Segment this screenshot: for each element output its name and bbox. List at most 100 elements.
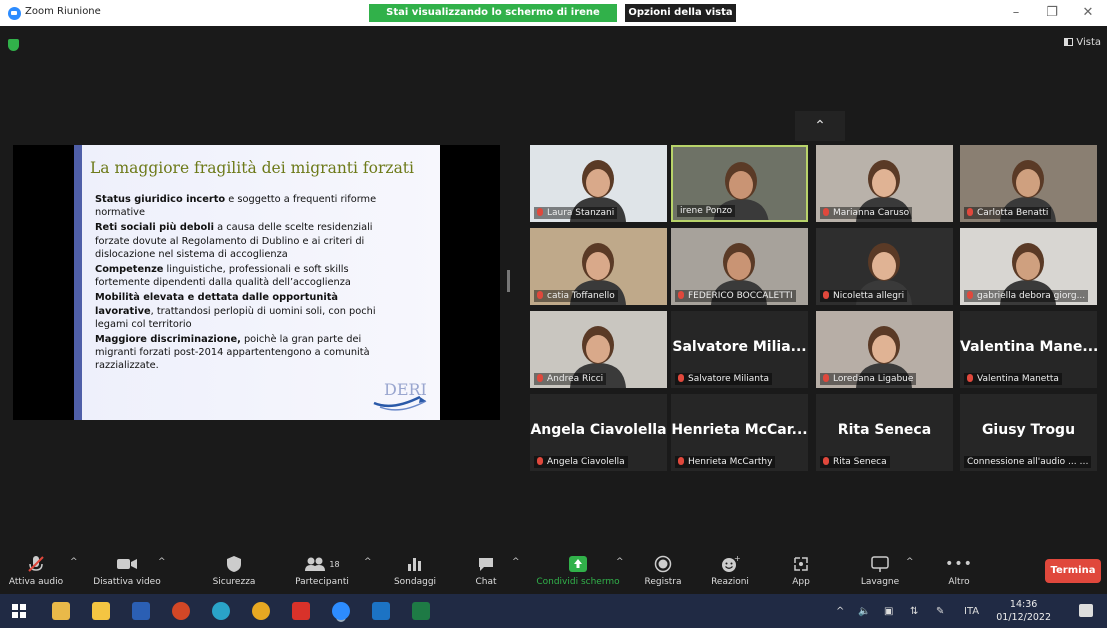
apps-icon — [794, 557, 808, 571]
notifications-icon[interactable] — [1079, 604, 1093, 617]
apps-button[interactable]: App — [786, 553, 816, 593]
participant-tile[interactable]: Marianna Caruso — [816, 145, 953, 222]
acrobat-icon[interactable] — [292, 602, 310, 620]
edge-icon[interactable] — [212, 602, 230, 620]
windows-start-icon[interactable] — [12, 604, 26, 618]
chrome-icon[interactable] — [252, 602, 270, 620]
participant-display-name: Angela Ciavolella — [530, 422, 667, 438]
polls-button[interactable]: Sondaggi — [390, 553, 440, 593]
participant-name: Valentina Manetta — [977, 374, 1059, 384]
participant-tile[interactable]: irene Ponzo — [671, 145, 808, 222]
participant-tile[interactable]: Valentina Mane... Valentina Manetta — [960, 311, 1097, 388]
slide-bullet: Maggiore discriminazione, poichè la gran… — [95, 333, 395, 373]
participant-tile[interactable]: catia Toffanello — [530, 228, 667, 305]
participants-button[interactable]: 18 Partecipanti — [286, 553, 358, 593]
slide-bullet: Competenze linguistiche, professionali e… — [95, 263, 395, 289]
participant-tile[interactable]: Angela Ciavolella Angela Ciavolella — [530, 394, 667, 471]
participant-tile[interactable]: Carlotta Benatti — [960, 145, 1097, 222]
participant-name-label: Loredana Ligabue — [820, 373, 917, 385]
participant-name-label: Henrieta McCarthy — [675, 456, 776, 468]
system-clock[interactable]: 14:36 01/12/2022 — [996, 598, 1051, 624]
powerpoint-icon[interactable] — [172, 602, 190, 620]
view-options-button[interactable]: Opzioni della vista ⌄ — [625, 4, 736, 36]
file-explorer-icon[interactable] — [92, 602, 110, 620]
task-view-icon[interactable] — [52, 602, 70, 620]
participant-tile[interactable]: Salvatore Milia... Salvatore Milianta — [671, 311, 808, 388]
more-label: Altro — [948, 577, 970, 587]
audio-options-caret-icon[interactable]: ^ — [70, 557, 78, 567]
participants-caret-icon[interactable]: ^ — [364, 557, 372, 567]
outlook-icon[interactable] — [372, 602, 390, 620]
stop-video-button[interactable]: Disattiva video — [92, 553, 162, 593]
minimize-icon[interactable]: – — [1001, 2, 1031, 24]
pen-icon[interactable]: ✎ — [936, 606, 944, 617]
chat-button[interactable]: Chat — [466, 553, 506, 593]
restore-icon[interactable]: ❐ — [1037, 2, 1067, 24]
reactions-button[interactable]: + Reazioni — [706, 553, 754, 593]
more-button[interactable]: ••• Altro — [942, 553, 976, 593]
window-title: Zoom Riunione — [25, 6, 101, 17]
participant-tile[interactable]: FEDERICO BOCCALETTI — [671, 228, 808, 305]
slide-bullet-bold-text: Status giuridico incerto — [95, 194, 226, 205]
participant-tile[interactable]: Loredana Ligabue — [816, 311, 953, 388]
video-options-caret-icon[interactable]: ^ — [158, 557, 166, 567]
resize-handle[interactable] — [507, 270, 510, 292]
participant-tile[interactable]: Laura Stanzani — [530, 145, 667, 222]
tray-overflow-icon[interactable]: ^ — [836, 606, 844, 617]
slide-bullet: Reti sociali più deboli a causa delle sc… — [95, 221, 395, 261]
excel-icon[interactable] — [412, 602, 430, 620]
word-icon[interactable] — [132, 602, 150, 620]
share-screen-button[interactable]: Condividi schermo — [532, 553, 624, 593]
participant-tile[interactable]: Nicoletta allegri — [816, 228, 953, 305]
participant-tile[interactable]: Rita Seneca Rita Seneca — [816, 394, 953, 471]
whiteboards-button[interactable]: Lavagne — [852, 553, 908, 593]
volume-icon[interactable]: 🔈 — [858, 606, 870, 617]
windows-taskbar: ^ 🔈 ▣ ⇅ ✎ ITA 14:36 01/12/2022 — [0, 594, 1107, 628]
slide-title: La maggiore fragilità dei migranti forza… — [90, 159, 414, 177]
participant-name: Connessione all'audio ... … — [967, 457, 1089, 467]
zoom-taskbar-icon[interactable] — [332, 602, 350, 620]
participant-name: Loredana Ligabue — [833, 374, 914, 384]
language-indicator[interactable]: ITA — [964, 606, 979, 617]
slide-bullet-bold-text: Competenze — [95, 264, 164, 276]
muted-mic-icon — [823, 374, 829, 382]
end-meeting-button[interactable]: Termina — [1045, 559, 1101, 583]
tray-app-icon[interactable]: ▣ — [884, 606, 893, 617]
record-button[interactable]: Registra — [640, 553, 686, 593]
close-icon[interactable]: ✕ — [1073, 2, 1103, 24]
chat-caret-icon[interactable]: ^ — [512, 557, 520, 567]
meeting-toolbar: Attiva audio ^ Disattiva video ^ Sicurez… — [0, 543, 1107, 595]
share-caret-icon[interactable]: ^ — [616, 557, 624, 567]
title-bar: Zoom Riunione Stai visualizzando lo sche… — [0, 0, 1107, 36]
security-button[interactable]: Sicurezza — [206, 553, 262, 593]
participants-icon — [305, 557, 326, 571]
participant-name: Henrieta McCarthy — [688, 457, 773, 467]
muted-mic-icon — [967, 374, 973, 382]
participant-name-label: Rita Seneca — [820, 456, 890, 468]
slide-bullet-bold-text: Maggiore discriminazione, — [95, 334, 241, 346]
participant-name: Rita Seneca — [833, 457, 887, 467]
participant-tile[interactable]: Andrea Ricci — [530, 311, 667, 388]
security-label: Sicurezza — [212, 577, 256, 587]
participant-tile[interactable]: Henrieta McCar... Henrieta McCarthy — [671, 394, 808, 471]
participants-count: 18 — [329, 559, 340, 569]
whiteboards-label: Lavagne — [860, 577, 900, 587]
slide-bullet: Mobilità elevata e dettata dalle opportu… — [95, 291, 395, 331]
network-icon[interactable]: ⇅ — [910, 606, 918, 617]
share-screen-label: Condividi schermo — [536, 577, 620, 587]
participants-label: Partecipanti — [295, 577, 349, 587]
participant-name-label: Marianna Caruso — [820, 207, 913, 219]
participant-name: Salvatore Milianta — [688, 374, 770, 384]
participant-name: Laura Stanzani — [547, 208, 615, 218]
muted-mic-icon — [823, 208, 829, 216]
participant-tile[interactable]: gabriella debora giorg... — [960, 228, 1097, 305]
unmute-audio-button[interactable]: Attiva audio — [6, 553, 66, 593]
view-button[interactable]: Vista — [1064, 37, 1101, 48]
participant-tile[interactable]: Giusy Trogu Connessione all'audio ... … — [960, 394, 1097, 471]
participant-name-label: gabriella debora giorg... — [964, 290, 1089, 302]
screen-share-banner: Stai visualizzando lo schermo di irene P… — [369, 4, 617, 36]
encryption-shield-icon[interactable] — [8, 39, 19, 51]
whiteboards-caret-icon[interactable]: ^ — [906, 557, 914, 567]
scroll-participants-up-button[interactable]: ⌃ — [795, 111, 845, 141]
participant-name: Carlotta Benatti — [977, 208, 1049, 218]
